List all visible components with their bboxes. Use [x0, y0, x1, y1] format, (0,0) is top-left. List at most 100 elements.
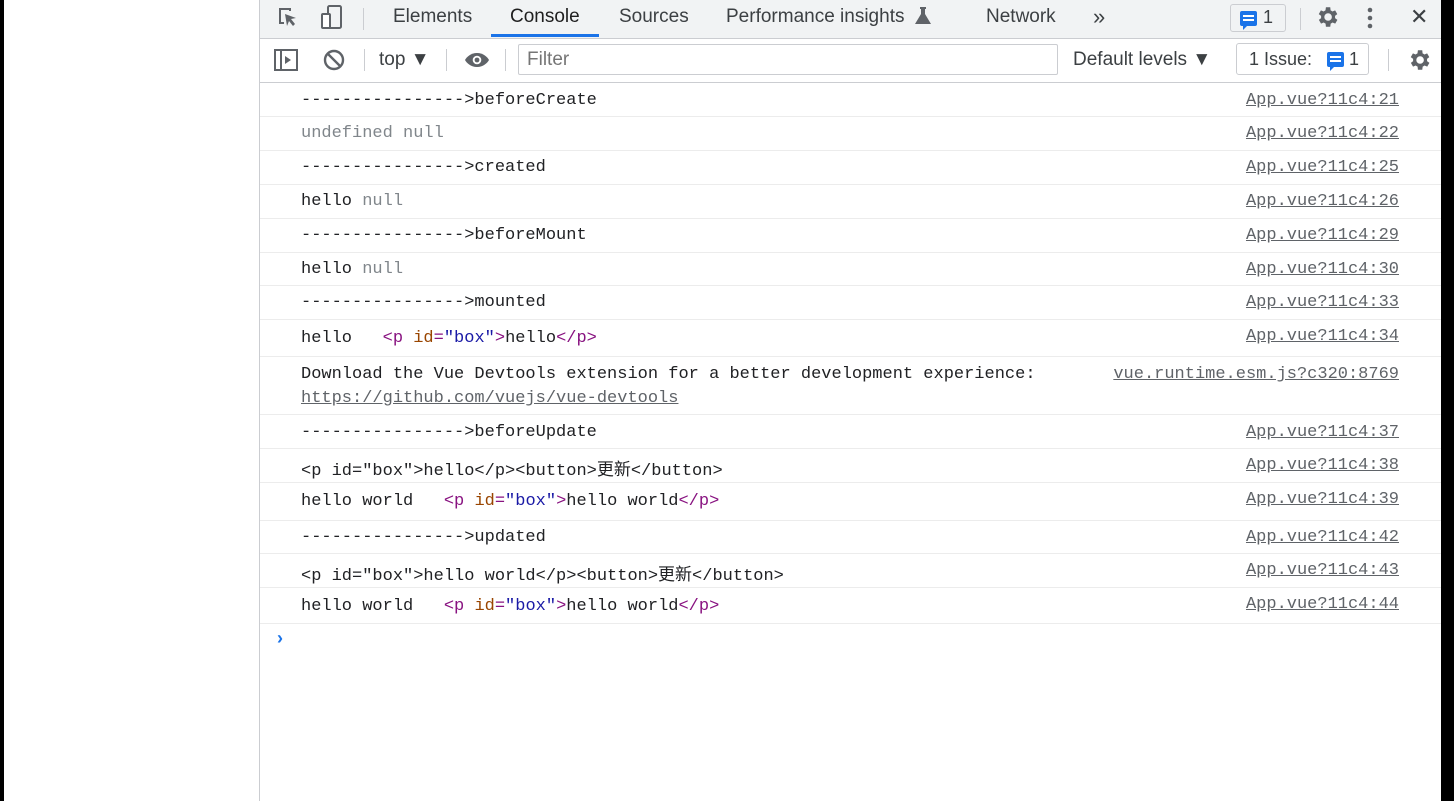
source-link[interactable]: App.vue?11c4:30 [1246, 260, 1399, 279]
console-row: ---------------->beforeUpdate App.vue?11… [260, 415, 1442, 449]
console-row: ---------------->beforeMount App.vue?11c… [260, 219, 1442, 253]
devtools-tabbar: Elements Console Sources Performance ins… [260, 0, 1442, 39]
source-link[interactable]: App.vue?11c4:37 [1246, 423, 1399, 442]
separator [1300, 8, 1301, 30]
console-message: ---------------->beforeMount [301, 226, 587, 245]
tag-open: <p [443, 597, 465, 616]
clear-console-icon[interactable] [322, 48, 346, 72]
source-link[interactable]: vue.runtime.esm.js?c320:8769 [1113, 365, 1399, 384]
console-row: hello world <p id="box">hello world</p> … [260, 483, 1442, 521]
console-row: hello null App.vue?11c4:30 [260, 253, 1442, 286]
source-link[interactable]: App.vue?11c4:33 [1246, 293, 1399, 312]
log-levels-dropdown[interactable]: Default levels ▼ [1073, 49, 1211, 71]
source-link[interactable]: App.vue?11c4:26 [1246, 192, 1399, 211]
dom-node[interactable]: <p id="box">hello world</p> [444, 492, 719, 511]
issues-button[interactable]: 1 Issue: 1 [1236, 43, 1369, 75]
console-output: ---------------->beforeCreate App.vue?11… [260, 84, 1442, 664]
inspect-element-icon[interactable] [276, 5, 300, 31]
attr-eq: = [494, 597, 506, 616]
console-message: ---------------->mounted [301, 293, 546, 312]
console-settings-gear-icon[interactable] [1406, 47, 1432, 73]
tag-close: </p> [678, 597, 720, 616]
tab-console[interactable]: Console [510, 0, 580, 38]
separator [446, 49, 447, 71]
more-tabs-button[interactable]: » [1093, 0, 1105, 38]
tab-elements[interactable]: Elements [393, 0, 472, 38]
tab-performance-insights[interactable]: Performance insights [726, 0, 904, 38]
filter-input[interactable] [518, 44, 1058, 75]
log-string: hello [301, 329, 353, 348]
message-count: 1 [1263, 7, 1274, 27]
console-message: ---------------->created [301, 158, 546, 177]
console-message: Download the Vue Devtools extension for … [301, 365, 1036, 384]
console-row: ---------------->updated App.vue?11c4:42 [260, 521, 1442, 554]
console-message: ---------------->updated [301, 528, 546, 547]
tab-network[interactable]: Network [986, 0, 1056, 38]
console-row: ---------------->mounted App.vue?11c4:33 [260, 286, 1442, 320]
console-row: hello null App.vue?11c4:26 [260, 185, 1442, 219]
log-string: hello world [301, 597, 414, 616]
node-text: hello [505, 329, 557, 348]
source-link[interactable]: App.vue?11c4:43 [1246, 561, 1399, 580]
console-message: hello null [301, 260, 403, 279]
console-row: undefined null App.vue?11c4:22 [260, 117, 1442, 151]
log-string: hello world [301, 492, 414, 511]
attr-name: id [474, 597, 495, 616]
tag-end: > [556, 492, 567, 511]
console-row: <p id="box">hello</p><button>更新</button>… [260, 449, 1442, 483]
source-link[interactable]: App.vue?11c4:25 [1246, 158, 1399, 177]
tag-end: > [494, 329, 506, 348]
attr-value: "box" [505, 597, 557, 616]
message-icon [1240, 11, 1257, 30]
console-message: <p id="box">hello</p><button>更新</button> [301, 462, 723, 481]
source-link[interactable]: App.vue?11c4:34 [1246, 327, 1399, 346]
attr-name: id [413, 329, 434, 348]
more-options-icon[interactable] [1364, 5, 1376, 31]
console-row: hello <p id="box">hello</p> App.vue?11c4… [260, 320, 1442, 357]
attr-name: id [474, 492, 495, 511]
console-message: hello null [301, 192, 403, 211]
console-message: undefined null [301, 124, 444, 143]
tag-end: > [556, 597, 567, 616]
source-link[interactable]: App.vue?11c4:29 [1246, 226, 1399, 245]
close-devtools-button[interactable]: ✕ [1410, 0, 1428, 38]
sidebar-toggle-icon[interactable] [274, 49, 298, 71]
live-expression-eye-icon[interactable] [463, 50, 491, 70]
issue-icon [1327, 52, 1344, 71]
console-row: hello world <p id="box">hello world</p> … [260, 588, 1442, 624]
source-link[interactable]: App.vue?11c4:42 [1246, 528, 1399, 547]
tag-close: </p> [678, 492, 720, 511]
attr-eq: = [433, 329, 444, 348]
separator [1388, 49, 1389, 71]
devtools-link[interactable]: https://github.com/vuejs/vue-devtools [301, 389, 678, 408]
dom-node[interactable]: <p id="box">hello</p> [383, 329, 597, 348]
tag-open: <p [443, 492, 465, 511]
context-selector[interactable]: top ▼ [379, 49, 430, 71]
device-toolbar-icon[interactable] [320, 4, 344, 32]
source-link[interactable]: App.vue?11c4:44 [1246, 595, 1399, 614]
source-link[interactable]: App.vue?11c4:21 [1246, 91, 1399, 110]
console-row: <p id="box">hello world</p><button>更新</b… [260, 554, 1442, 588]
settings-gear-icon[interactable] [1314, 4, 1340, 30]
tab-sources[interactable]: Sources [619, 0, 689, 38]
source-link[interactable]: App.vue?11c4:22 [1246, 124, 1399, 143]
log-string: hello [301, 260, 353, 279]
devtools-panel: Elements Console Sources Performance ins… [259, 0, 1442, 801]
inspected-page-area [4, 0, 259, 801]
tag-open: <p [382, 329, 404, 348]
console-message: ---------------->beforeCreate [301, 91, 597, 110]
console-row: ---------------->beforeCreate App.vue?11… [260, 84, 1442, 117]
console-message: hello <p id="box">hello</p> [301, 329, 597, 348]
source-link[interactable]: App.vue?11c4:39 [1246, 490, 1399, 509]
tag-close: </p> [556, 329, 597, 348]
console-prompt-row[interactable]: › [260, 624, 1442, 664]
experiment-flask-icon [915, 7, 931, 24]
source-link[interactable]: App.vue?11c4:38 [1246, 456, 1399, 475]
console-toolbar: top ▼ Default levels ▼ 1 Issue: 1 [260, 39, 1442, 83]
window-edge [1441, 0, 1454, 801]
separator [364, 49, 365, 71]
dom-node[interactable]: <p id="box">hello world</p> [444, 597, 719, 616]
console-messages-badge[interactable]: 1 [1230, 4, 1286, 32]
attr-eq: = [494, 492, 506, 511]
console-message: hello world <p id="box">hello world</p> [301, 492, 719, 511]
